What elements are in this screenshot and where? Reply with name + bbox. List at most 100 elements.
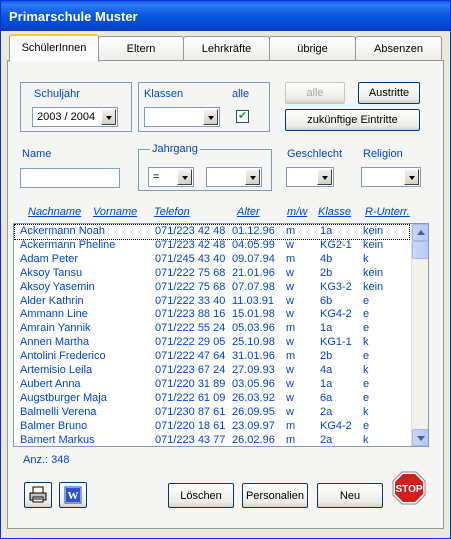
list-cell: 071/220 18 61	[155, 419, 226, 432]
tab-lehrkraefte[interactable]: Lehrkräfte	[183, 36, 270, 61]
list-cell: 15.01.98	[232, 308, 275, 321]
chevron-down-icon[interactable]	[245, 169, 260, 185]
tab-schuelerinnen[interactable]: SchülerInnen	[9, 34, 99, 62]
alle-label: alle	[232, 88, 250, 100]
list-cell: 11.03.91	[232, 294, 275, 307]
tab-absenzen[interactable]: Absenzen	[355, 36, 442, 61]
chevron-down-icon[interactable]	[317, 169, 332, 185]
list-cell: Adam Peter	[20, 252, 79, 265]
column-header-vorname[interactable]: Vorname	[93, 206, 137, 218]
list-scrollbar[interactable]	[411, 224, 428, 446]
list-cell: w	[286, 336, 294, 349]
list-cell: 071/223 88 16	[155, 308, 226, 321]
list-item[interactable]: Ackermann Noah 071/223 42 48 01.12.96 m 1a ke…	[14, 224, 410, 240]
list-item[interactable]: Balmelli Verena 071/230 87 61 26.09.95 w 2a k	[15, 406, 409, 420]
chevron-down-icon[interactable]	[177, 169, 192, 185]
austritte-button[interactable]: Austritte	[358, 82, 420, 104]
list-cell: 1a	[320, 225, 333, 237]
personalien-button[interactable]: Personalien	[242, 483, 308, 508]
list-cell: Bamert Markus	[20, 433, 95, 446]
list-cell: Ammann Line	[20, 308, 88, 321]
list-item[interactable]: Antolini Frederico 071/222 47 64 31.01.96 m…	[15, 350, 409, 364]
schueler-list[interactable]: Ackermann Noah 071/223 42 48 01.12.96 m 1a ke…	[13, 223, 429, 447]
column-header-telefon[interactable]: Telefon	[154, 206, 190, 218]
list-cell: 4b	[320, 252, 333, 265]
list-cell: w	[286, 391, 294, 404]
list-item[interactable]: Amrain Yannik 071/222 55 24 05.03.96 m 1a e	[15, 322, 409, 336]
column-header-klasse[interactable]: Klasse	[318, 206, 351, 218]
list-cell: kein	[363, 266, 384, 279]
list-cell: 071/220 31 89	[155, 377, 226, 390]
word-export-button[interactable]: W	[59, 482, 87, 508]
list-cell: m	[286, 419, 296, 432]
list-item[interactable]: Aksoy Tansu 071/222 75 68 21.01.96 w 2b kein	[15, 267, 409, 281]
geschlecht-select[interactable]	[286, 167, 334, 187]
list-cell: w	[286, 238, 294, 251]
list-cell: KG2-1	[320, 238, 352, 251]
jahrgang-operator-value: =	[153, 171, 160, 183]
chevron-down-icon[interactable]	[101, 109, 116, 125]
window-title: Primarschule Muster	[1, 1, 450, 31]
column-header-alter[interactable]: Alter	[237, 206, 260, 218]
jahrgang-operator-select[interactable]: =	[148, 167, 194, 187]
name-field[interactable]	[20, 168, 120, 188]
list-cell: m	[286, 350, 296, 363]
list-cell: Aksoy Yasemin	[20, 280, 95, 293]
list-item[interactable]: Aksoy Yasemin 071/222 75 68 07.07.98 w KG3-2…	[15, 281, 409, 295]
loeschen-button[interactable]: Löschen	[168, 483, 234, 508]
list-item[interactable]: Ammann Line 071/223 88 16 15.01.98 w KG4-2 e	[15, 308, 409, 322]
scroll-down-icon[interactable]	[412, 429, 428, 446]
list-cell: e	[363, 350, 370, 363]
list-cell: Ackermann Noah	[20, 225, 105, 237]
list-cell: m	[286, 225, 296, 237]
scroll-thumb[interactable]	[412, 241, 428, 259]
list-item[interactable]: Adam Peter 071/245 43 40 09.07.94 m 4b k	[15, 253, 409, 267]
list-item[interactable]: Artemisio Leila 071/223 67 24 27.09.93 w 4a k	[15, 364, 409, 378]
list-cell: k	[363, 252, 369, 265]
list-item[interactable]: Augstburger Maja 071/222 61 09 26.03.92 w 6a…	[15, 392, 409, 406]
column-header-religionsunterricht[interactable]: R-Unterr.	[365, 206, 410, 218]
list-item[interactable]: Annen Martha 071/222 29 05 25.10.98 w KG1-1 k	[15, 336, 409, 350]
list-cell: 2a	[320, 433, 333, 446]
list-cell: 2b	[320, 266, 333, 279]
stop-button[interactable]: STOP	[392, 471, 426, 505]
zukuenftige-eintritte-button[interactable]: zukünftige Eintritte	[285, 109, 420, 131]
print-button[interactable]	[24, 482, 52, 508]
tab-uebrige[interactable]: übrige	[269, 36, 356, 61]
tab-eltern[interactable]: Eltern	[98, 36, 184, 61]
list-item[interactable]: Aubert Anna 071/220 31 89 03.05.96 w 1a e	[15, 378, 409, 392]
list-item[interactable]: Alder Kathrin 071/222 33 40 11.03.91 w 6b e	[15, 295, 409, 309]
list-cell: Balmelli Verena	[20, 405, 97, 418]
list-cell: 071/223 42 48	[155, 225, 226, 237]
column-header-geschlecht[interactable]: m/w	[287, 206, 307, 218]
list-cell: 071/223 43 77	[155, 433, 226, 446]
column-header-nachname[interactable]: Nachname	[28, 206, 81, 218]
list-cell: 27.09.93	[232, 364, 275, 376]
list-cell: e	[363, 294, 370, 307]
list-item[interactable]: Balmer Bruno 071/220 18 61 23.09.97 m KG4-2 e	[15, 420, 409, 434]
religion-select[interactable]	[361, 167, 421, 187]
list-cell: 31.01.96	[232, 350, 275, 363]
list-cell: w	[286, 377, 294, 390]
list-cell: 071/222 47 64	[155, 350, 226, 363]
chevron-down-icon[interactable]	[203, 109, 218, 125]
list-cell: 6a	[320, 391, 333, 404]
list-cell: Annen Martha	[20, 336, 90, 349]
alle-checkbox[interactable]	[236, 109, 249, 123]
klassen-select[interactable]	[144, 107, 220, 127]
list-cell: k	[363, 364, 369, 376]
schuljahr-select[interactable]: 2003 / 2004	[32, 107, 118, 127]
list-cell: 071/223 67 24	[155, 364, 226, 376]
scroll-up-icon[interactable]	[412, 224, 428, 241]
list-item[interactable]: Ackermann Pheline 071/223 42 48 04.05.99 w K…	[15, 239, 409, 253]
alle-button[interactable]: alle	[285, 82, 345, 104]
list-cell: 01.12.96	[232, 225, 275, 237]
record-count: Anz.: 348	[23, 454, 70, 466]
jahrgang-select[interactable]	[206, 167, 262, 187]
chevron-down-icon[interactable]	[404, 169, 419, 185]
list-item[interactable]: Bamert Markus 071/223 43 77 26.02.96 m 2a k	[15, 433, 409, 447]
list-cell: 6b	[320, 294, 333, 307]
neu-button[interactable]: Neu	[317, 483, 383, 508]
list-cell: k	[363, 336, 369, 349]
list-cell: Ackermann Pheline	[20, 238, 116, 251]
